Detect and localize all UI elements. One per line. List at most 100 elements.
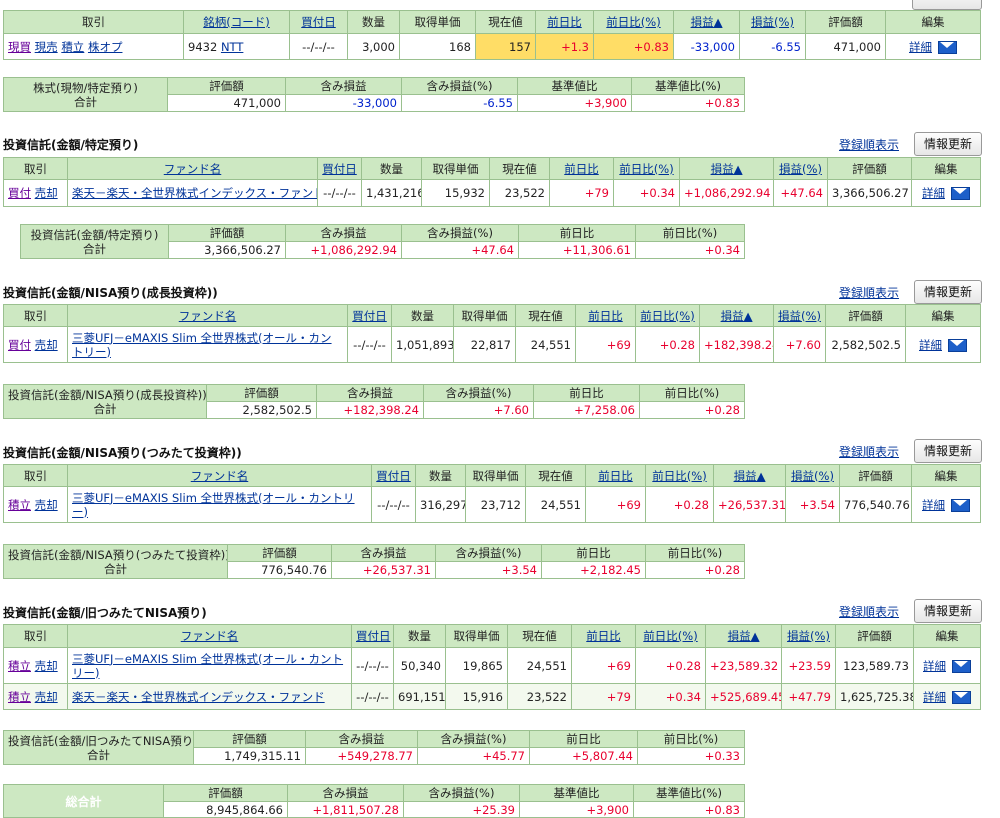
profit-loss: +525,689.45 [705, 683, 782, 710]
refresh-button[interactable]: 情報更新 [914, 132, 982, 156]
sum-value: 1,749,315.11 [193, 747, 306, 765]
col-day-pct[interactable]: 前日比(%) [635, 304, 700, 327]
fund-name-link[interactable]: 三菱UFJ－eMAXIS Slim 全世界株式(オール・カントリー) [72, 652, 343, 680]
sell-link[interactable]: 売却 [35, 338, 58, 352]
sum-pl-pct: -6.55 [401, 94, 518, 112]
col-pl-pct[interactable]: 損益(%) [739, 10, 806, 34]
value: 2,582,502.5 [825, 326, 906, 363]
stock-name-link[interactable]: NTT [221, 40, 243, 54]
col-day-diff[interactable]: 前日比 [575, 304, 636, 327]
grand-base: +3,900 [519, 801, 634, 818]
stock-option-link[interactable]: 株オプ [88, 40, 123, 54]
trade-actions: 買付 売却 [3, 179, 68, 207]
mail-icon[interactable] [938, 40, 957, 54]
register-order-link[interactable]: 登録順表示 [839, 284, 899, 301]
detail-link[interactable]: 詳細 [919, 338, 942, 352]
detail-link[interactable]: 詳細 [922, 498, 945, 512]
col-fund-name[interactable]: ファンド名 [67, 464, 372, 487]
sum-base: +3,900 [517, 94, 632, 112]
col-fund-name[interactable]: ファンド名 [67, 304, 348, 327]
accumulate-link[interactable]: 積立 [8, 690, 31, 704]
mail-icon[interactable] [948, 338, 967, 352]
col-pl[interactable]: 損益▲ [713, 464, 786, 487]
col-price: 現在値 [489, 157, 550, 180]
col-fund-name[interactable]: ファンド名 [67, 157, 318, 180]
col-day-pct[interactable]: 前日比(%) [593, 10, 674, 34]
fund-name-link[interactable]: 三菱UFJ－eMAXIS Slim 全世界株式(オール・カントリー) [72, 491, 355, 519]
col-pl-pct[interactable]: 損益(%) [785, 464, 840, 487]
sum-col-pl-pct: 含み損益(%) [417, 730, 530, 748]
col-pl-pct[interactable]: 損益(%) [781, 624, 836, 648]
top-button-partial[interactable] [912, 0, 982, 10]
col-pl-pct[interactable]: 損益(%) [773, 304, 826, 327]
col-pl[interactable]: 損益▲ [705, 624, 782, 648]
cash-sell-link[interactable]: 現売 [35, 40, 58, 54]
col-value: 評価額 [825, 304, 906, 327]
sum-col-base: 基準値比 [517, 77, 632, 95]
col-day-diff[interactable]: 前日比 [571, 624, 636, 648]
refresh-button[interactable]: 情報更新 [914, 599, 982, 623]
col-pl[interactable]: 損益▲ [699, 304, 774, 327]
register-order-link[interactable]: 登録順表示 [839, 136, 899, 153]
col-buy-date[interactable]: 買付日 [371, 464, 416, 487]
profit-loss-pct: +3.54 [785, 486, 840, 523]
accumulate-link[interactable]: 積立 [8, 498, 31, 512]
sell-link[interactable]: 売却 [35, 186, 58, 200]
fund-table: 取引 ファンド名 買付日 数量 取得単価 現在値 前日比 前日比(%) 損益▲ … [3, 157, 981, 207]
table-row: 積立 売却 楽天－楽天・全世界株式インデックス・ファンド --/--/-- 69… [3, 683, 981, 710]
detail-link[interactable]: 詳細 [922, 186, 945, 200]
table-row: 積立 売却 三菱UFJ－eMAXIS Slim 全世界株式(オール・カントリー)… [3, 486, 981, 523]
trade-actions: 積立 売却 [3, 647, 68, 684]
col-qty: 数量 [361, 157, 422, 180]
buy-link[interactable]: 買付 [8, 186, 31, 200]
mail-icon[interactable] [952, 690, 971, 704]
refresh-button[interactable]: 情報更新 [914, 280, 982, 304]
col-day-pct[interactable]: 前日比(%) [645, 464, 714, 487]
sum-day-pct: +0.28 [645, 561, 745, 579]
col-buy-date[interactable]: 買付日 [347, 304, 392, 327]
col-day-diff[interactable]: 前日比 [549, 157, 614, 180]
col-day-diff[interactable]: 前日比 [585, 464, 646, 487]
detail-link[interactable]: 詳細 [909, 40, 932, 54]
sum-col-value: 評価額 [193, 730, 306, 748]
accumulate-link[interactable]: 積立 [8, 659, 31, 673]
sum-pl-pct: +7.60 [423, 401, 534, 419]
col-buy-date[interactable]: 買付日 [317, 157, 362, 180]
refresh-button[interactable]: 情報更新 [914, 439, 982, 463]
col-buy-date[interactable]: 買付日 [289, 10, 348, 34]
mail-icon[interactable] [952, 659, 971, 673]
sum-col-value: 評価額 [167, 77, 286, 95]
col-pl[interactable]: 損益▲ [673, 10, 740, 34]
qty: 50,340 [393, 647, 446, 684]
sum-pl-pct: +45.77 [417, 747, 530, 765]
register-order-link[interactable]: 登録順表示 [839, 443, 899, 460]
fund-name-link[interactable]: 三菱UFJ－eMAXIS Slim 全世界株式(オール・カントリー) [72, 331, 332, 359]
accumulate-link[interactable]: 積立 [61, 40, 84, 54]
col-qty: 数量 [347, 10, 400, 34]
sell-link[interactable]: 売却 [35, 659, 58, 673]
fund-name-link[interactable]: 楽天－楽天・全世界株式インデックス・ファンド [72, 186, 317, 200]
col-code[interactable]: 銘柄(コード) [183, 10, 290, 34]
cost: 22,817 [453, 326, 516, 363]
detail-link[interactable]: 詳細 [923, 659, 946, 673]
mail-icon[interactable] [951, 187, 970, 200]
col-day-pct[interactable]: 前日比(%) [613, 157, 680, 180]
register-order-link[interactable]: 登録順表示 [839, 603, 899, 620]
mail-icon[interactable] [951, 498, 970, 512]
col-pl[interactable]: 損益▲ [679, 157, 774, 180]
sell-link[interactable]: 売却 [35, 690, 58, 704]
col-day-pct[interactable]: 前日比(%) [635, 624, 706, 648]
grand-col-pl-pct: 含み損益(%) [403, 784, 520, 802]
sum-col-value: 評価額 [206, 384, 317, 402]
col-buy-date[interactable]: 買付日 [351, 624, 394, 648]
col-fund-name[interactable]: ファンド名 [67, 624, 352, 648]
profit-loss-pct: +47.64 [773, 179, 828, 207]
col-day-diff[interactable]: 前日比 [535, 10, 594, 34]
sum-value: 2,582,502.5 [206, 401, 317, 419]
sell-link[interactable]: 売却 [35, 498, 58, 512]
buy-link[interactable]: 買付 [8, 338, 31, 352]
cash-buy-link[interactable]: 現買 [8, 40, 31, 54]
fund-name-link[interactable]: 楽天－楽天・全世界株式インデックス・ファンド [72, 690, 325, 704]
detail-link[interactable]: 詳細 [923, 690, 946, 704]
col-pl-pct[interactable]: 損益(%) [773, 157, 828, 180]
